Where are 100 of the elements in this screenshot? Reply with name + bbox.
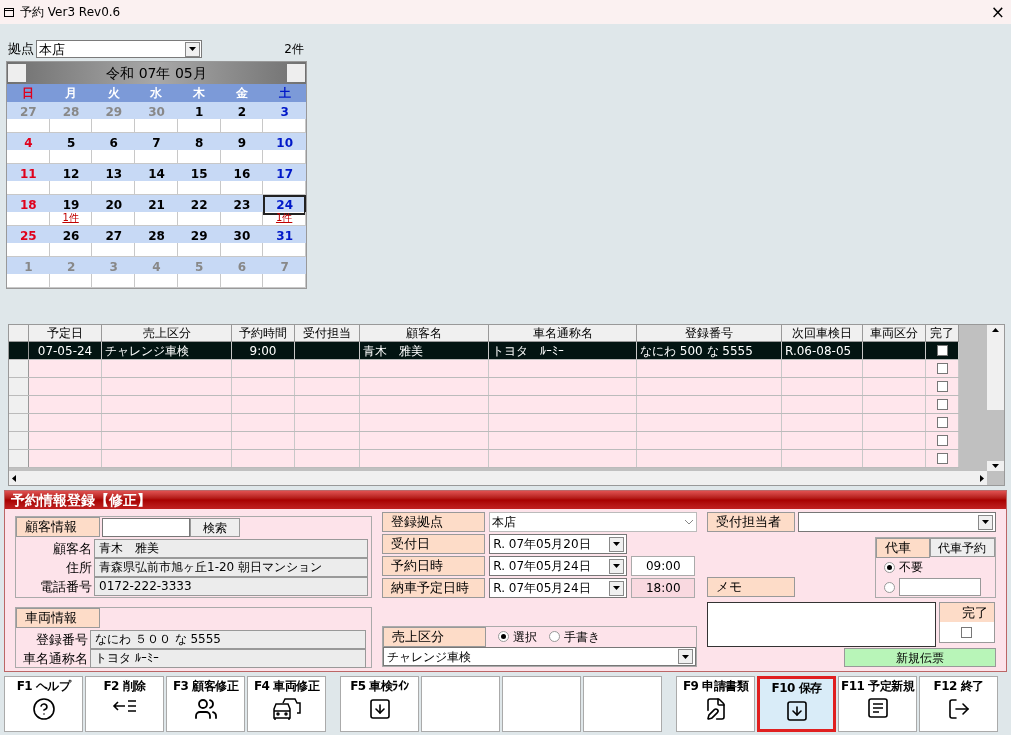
calendar-cell[interactable] (49, 274, 93, 288)
dropdown-button[interactable] (609, 536, 625, 552)
calendar-day[interactable]: 23 (220, 195, 264, 215)
table-cell-text: トヨタ ﾙｰﾐｰ (492, 342, 564, 360)
empty-function-key[interactable] (502, 676, 581, 732)
calendar-day[interactable]: 31 (263, 226, 306, 246)
calendar-cell[interactable] (135, 274, 178, 288)
empty-function-key[interactable] (421, 676, 500, 732)
calendar-day[interactable]: 27 (92, 226, 136, 246)
checkbox[interactable] (936, 435, 948, 446)
date-picker[interactable]: R. 07年05月20日 (489, 534, 628, 554)
loaner-input[interactable] (899, 578, 981, 596)
calendar-day[interactable]: 3 (263, 102, 306, 122)
reservation-count-link[interactable]: 1件 (62, 212, 79, 224)
dropdown-button[interactable] (677, 649, 693, 664)
calendar-day[interactable]: 5 (49, 133, 93, 153)
sales-select[interactable]: チャレンジ車検 (383, 647, 696, 666)
loaner-reservation-button[interactable]: 代車予約 (930, 538, 995, 557)
checkbox[interactable] (936, 363, 948, 374)
dropdown-button[interactable] (609, 580, 625, 596)
checkbox[interactable] (936, 399, 948, 410)
horizontal-scrollbar[interactable] (9, 471, 987, 485)
calendar-day[interactable]: 30 (220, 226, 264, 246)
radio-button[interactable] (549, 631, 561, 642)
search-input[interactable] (102, 517, 190, 537)
dropdown-button[interactable] (978, 514, 993, 530)
calendar-day[interactable]: 28 (135, 226, 178, 246)
staff-select[interactable] (797, 512, 996, 532)
function-key-button[interactable]: F1 ヘルプ (4, 676, 83, 732)
function-key-button[interactable]: F3 顧客修正 (166, 676, 245, 732)
function-key-button[interactable]: F9 申請書類 (676, 676, 755, 732)
branch-select[interactable]: 本店 (489, 512, 697, 532)
calendar-cell[interactable] (263, 181, 306, 195)
dropdown-button[interactable] (185, 41, 200, 57)
function-key-button[interactable]: F2 削除 (85, 676, 164, 732)
calendar-day[interactable]: 17 (263, 164, 306, 184)
checkbox[interactable] (936, 417, 948, 428)
date-picker[interactable]: R. 07年05月24日 (489, 578, 628, 598)
branch-select[interactable]: 本店 (36, 40, 202, 58)
dropdown-button[interactable] (609, 558, 625, 574)
time-input[interactable]: 18:00 (631, 578, 696, 598)
memo-field[interactable] (706, 602, 936, 647)
new-slip-button[interactable]: 新規伝票 (844, 648, 996, 667)
reservation-count-link[interactable]: 1件 (275, 212, 293, 224)
radio-button[interactable] (498, 631, 510, 642)
checkbox[interactable] (936, 345, 948, 356)
function-key-button[interactable]: F4 車両修正 (247, 676, 326, 732)
calendar-day[interactable]: 21 (135, 195, 178, 215)
calendar-cell[interactable] (263, 274, 306, 288)
calendar-day[interactable]: 2 (220, 102, 264, 122)
calendar-cell[interactable] (220, 274, 264, 288)
calendar-day[interactable]: 26 (49, 226, 93, 246)
calendar-day[interactable]: 29 (177, 226, 221, 246)
people-icon (193, 697, 218, 721)
calendar-cell[interactable] (177, 274, 221, 288)
calendar-day[interactable]: 15 (177, 164, 221, 184)
calendar-day[interactable]: 16 (220, 164, 264, 184)
calendar-cell[interactable] (92, 274, 136, 288)
radio-button[interactable] (884, 581, 895, 593)
calendar-day[interactable]: 1 (177, 102, 221, 122)
empty-function-key[interactable] (583, 676, 662, 732)
time-input[interactable]: 09:00 (631, 556, 696, 576)
field-value: なにわ ５００ な 5555 (90, 630, 366, 649)
function-key-button[interactable]: F5 車検ﾗｲﾝ (340, 676, 419, 732)
window-title: 予約 Ver3 Rev0.6 (20, 4, 121, 21)
checkbox[interactable] (936, 453, 948, 464)
calendar-day[interactable]: 22 (177, 195, 221, 215)
cars-icon (271, 697, 302, 721)
calendar-day[interactable]: 14 (135, 164, 178, 184)
calendar-day[interactable]: 9 (220, 133, 264, 153)
function-key-button[interactable]: F11 予定新規 (838, 676, 917, 732)
close-button[interactable]: × (990, 3, 1005, 21)
calendar-day[interactable]: 10 (263, 133, 306, 153)
field-label: 登録番号 (35, 631, 89, 649)
table-cell-text: チャレンジ車検 (105, 342, 189, 360)
checkbox[interactable] (936, 381, 948, 392)
calendar-day[interactable]: 25 (7, 226, 50, 246)
calendar-day[interactable]: 6 (92, 133, 136, 153)
radio-label: 選択 (513, 628, 538, 646)
next-month-button[interactable] (287, 64, 305, 82)
calendar-day[interactable]: 18 (7, 195, 50, 215)
date-picker[interactable]: R. 07年05月24日 (489, 556, 628, 576)
field-label: 電話番号 (39, 578, 93, 596)
weekday-label: 日 (21, 85, 36, 102)
calendar-day[interactable]: 11 (7, 164, 50, 184)
calendar-cell[interactable] (7, 274, 50, 288)
radio-button[interactable] (884, 561, 895, 573)
calendar-day[interactable]: 8 (177, 133, 221, 153)
search-button[interactable]: 検索 (190, 517, 240, 537)
function-key-button[interactable]: F12 終了 (919, 676, 998, 732)
table-row[interactable]: 07-05-24 チャレンジ車検 9:00 青木 雅美 トヨタ ﾙｰﾐｰ なにわ 500 な 5555 R.06-08-05 (9, 342, 959, 360)
function-key-button[interactable]: F10 保存 (757, 676, 836, 732)
calendar-day[interactable]: 7 (135, 133, 178, 153)
calendar-day[interactable]: 12 (49, 164, 93, 184)
prev-month-button[interactable] (8, 64, 26, 82)
vertical-scrollbar[interactable] (987, 325, 1004, 471)
calendar-day[interactable]: 20 (92, 195, 136, 215)
calendar-day[interactable]: 4 (7, 133, 50, 153)
calendar-day[interactable]: 13 (92, 164, 136, 184)
checkbox[interactable] (961, 626, 973, 638)
